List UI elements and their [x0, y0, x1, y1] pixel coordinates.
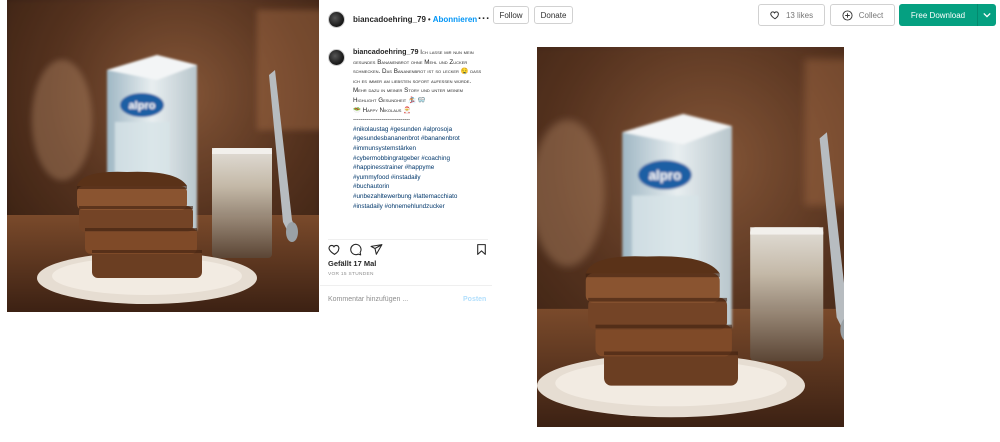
like-button[interactable]: 13 likes	[758, 4, 825, 26]
heart-icon[interactable]	[328, 243, 341, 256]
share-icon[interactable]	[370, 243, 383, 256]
post-image[interactable]	[7, 0, 319, 312]
like-count[interactable]: Gefällt 17 Mal	[328, 259, 376, 268]
caption-avatar[interactable]	[328, 49, 345, 66]
likes-label: 13 likes	[785, 10, 814, 20]
donate-button[interactable]: Donate	[534, 6, 573, 24]
comment-input[interactable]: Kommentar hinzufügen ...	[328, 296, 408, 303]
comment-box: Kommentar hinzufügen ... Posten	[320, 285, 492, 316]
caption-separator: ------------------------------	[353, 116, 410, 124]
more-options-icon[interactable]: ...	[478, 10, 490, 22]
instagram-post-panel: biancadoehring_79 • Abonnieren ... bianc…	[320, 0, 492, 442]
donate-button-label: Donate	[540, 10, 567, 20]
chevron-down-icon[interactable]	[978, 12, 996, 18]
post-header: biancadoehring_79 • Abonnieren	[328, 9, 477, 29]
post-comment-button[interactable]: Posten	[463, 296, 486, 303]
download-label: Free Download	[910, 10, 966, 20]
hashtag-line[interactable]: #nikolaustag #gesunden #alprosoja	[353, 126, 452, 133]
photo-preview	[537, 47, 844, 427]
hashtag-line[interactable]: #instadaily #ohnemehlundzucker	[353, 203, 445, 210]
follow-button[interactable]: Follow	[493, 6, 529, 24]
username[interactable]: biancadoehring_79	[353, 15, 426, 24]
post-photo	[7, 0, 319, 312]
heart-icon	[770, 10, 780, 20]
hashtag-line[interactable]: #gesundesbananenbrot #bananenbrot	[353, 135, 460, 142]
collect-label: Collect	[858, 10, 884, 20]
separator-dot: •	[427, 14, 431, 24]
bookmark-icon[interactable]	[475, 243, 488, 256]
free-download-button[interactable]: Free Download	[899, 4, 996, 26]
plus-circle-icon	[842, 9, 853, 21]
caption-line-3: 🥗 Happy Nikolaus 🎅	[353, 106, 412, 114]
post-actions	[328, 239, 488, 261]
hashtag-line[interactable]: #yummyfood #instadaily	[353, 174, 421, 181]
comment-icon[interactable]	[349, 243, 362, 256]
collect-button[interactable]: Collect	[830, 4, 895, 26]
hashtag-line[interactable]: #cybermobbingratgeber #coaching	[353, 155, 450, 162]
hashtag-line[interactable]: #happinesstrainer #happyme	[353, 164, 434, 171]
post-timestamp: VOR 15 STUNDEN	[328, 272, 374, 277]
caption: biancadoehring_79 Ich lasse mir nun mein…	[328, 47, 490, 235]
hashtag-line[interactable]: #buchautorin	[353, 183, 389, 190]
caption-line-2: Mehr dazu in meiner Story und unter mein…	[353, 87, 463, 104]
hashtag-line[interactable]: #unbezahltewerbung #lattemacchiato	[353, 193, 457, 200]
main-photo[interactable]	[537, 47, 844, 427]
avatar[interactable]	[328, 10, 345, 28]
follow-button-label: Follow	[499, 10, 523, 20]
caption-text: biancadoehring_79 Ich lasse mir nun mein…	[353, 47, 488, 211]
hashtag-line[interactable]: #immunsystemstärken	[353, 145, 416, 152]
caption-username[interactable]: biancadoehring_79	[353, 47, 419, 56]
abonnieren-link[interactable]: Abonnieren	[433, 15, 477, 24]
